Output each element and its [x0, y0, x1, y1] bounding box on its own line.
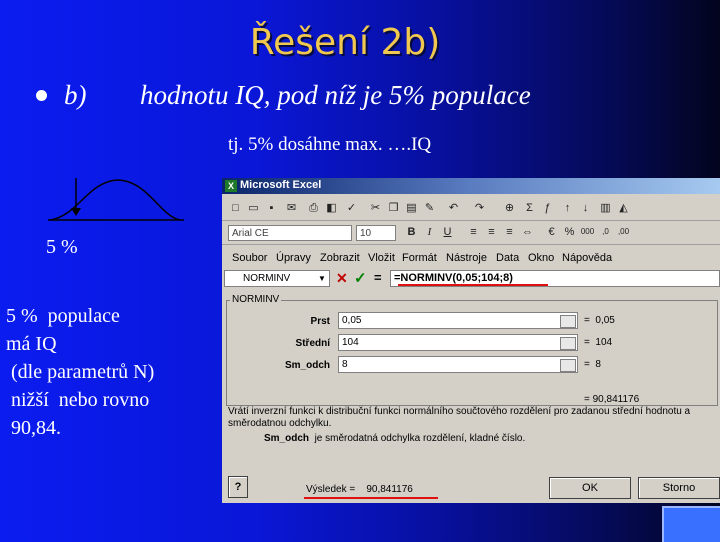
- formula-underline: [398, 284, 548, 286]
- enter-icon[interactable]: ✓: [354, 269, 367, 287]
- arg-label-prst: Prst: [310, 316, 330, 327]
- autosum-icon[interactable]: Σ: [522, 201, 537, 215]
- arg-result-stredni: = 104: [584, 337, 613, 348]
- excel-window-title: Microsoft Excel: [240, 179, 322, 191]
- menu-bar: Soubor Úpravy Zobrazit Vložit Formát Nás…: [222, 244, 720, 268]
- bold-icon[interactable]: B: [404, 225, 419, 239]
- description-line: má IQ: [6, 333, 57, 355]
- cancel-icon[interactable]: ✕: [336, 270, 348, 287]
- excel-titlebar: X Microsoft Excel: [222, 178, 720, 194]
- decrease-decimal-icon[interactable]: ,00: [616, 225, 631, 239]
- slide-title: Řešení 2b): [249, 22, 441, 63]
- print-icon[interactable]: ⎙: [306, 201, 321, 215]
- name-box-dropdown-icon[interactable]: ▼: [318, 274, 326, 283]
- sort-ascending-icon[interactable]: ↑: [560, 201, 575, 215]
- formatting-toolbar: Arial CE 10 B I U ≡ ≡ ≡ ⇔ € % 000 ,0 ,00: [222, 220, 720, 245]
- menu-item-format[interactable]: Formát: [402, 252, 437, 264]
- cutoff-arrow-icon: [71, 208, 81, 216]
- sort-descending-icon[interactable]: ↓: [578, 201, 593, 215]
- arg-label-stredni: Střední: [295, 338, 330, 349]
- collapse-dialog-icon[interactable]: [560, 359, 576, 372]
- copy-icon[interactable]: ❐: [386, 201, 401, 215]
- redo-icon[interactable]: ↷: [472, 201, 487, 215]
- format-painter-icon[interactable]: ✎: [422, 201, 437, 215]
- arg-input-sm-odch[interactable]: 8: [338, 356, 578, 373]
- menu-item-data[interactable]: Data: [496, 252, 519, 264]
- result-label: Výsledek =: [306, 484, 356, 495]
- font-size-select[interactable]: 10: [356, 225, 396, 241]
- excel-window: X Microsoft Excel □ ▭ ▪ ✉ ⎙ ◧ ✓ ✂ ❐ ▤ ✎ …: [222, 178, 720, 503]
- thousands-icon[interactable]: 000: [580, 225, 595, 239]
- subline-text: tj. 5% dosáhne max. ….IQ: [228, 134, 432, 155]
- percent-icon[interactable]: %: [562, 225, 577, 239]
- menu-item-okno[interactable]: Okno: [528, 252, 554, 264]
- merge-center-icon[interactable]: ⇔: [520, 225, 535, 239]
- spelling-icon[interactable]: ✓: [344, 201, 359, 215]
- paste-icon[interactable]: ▤: [404, 201, 419, 215]
- chart-wizard-icon[interactable]: ▥: [598, 201, 613, 215]
- cut-icon[interactable]: ✂: [368, 201, 383, 215]
- arg-input-stredni[interactable]: 104: [338, 334, 578, 351]
- collapse-dialog-icon[interactable]: [560, 315, 576, 328]
- arg-result-sm-odch: = 8: [584, 359, 601, 370]
- function-wizard-icon[interactable]: =: [374, 270, 382, 285]
- align-left-icon[interactable]: ≡: [466, 225, 481, 239]
- bullet-label: b): [64, 80, 87, 110]
- arg-result-prst: = 0,05: [584, 315, 615, 326]
- align-right-icon[interactable]: ≡: [502, 225, 517, 239]
- function-total-result: = 90,841176: [584, 394, 640, 405]
- description-line: nižší nebo rovno: [6, 389, 150, 411]
- standard-toolbar: □ ▭ ▪ ✉ ⎙ ◧ ✓ ✂ ❐ ▤ ✎ ↶ ↷ ⊕ Σ ƒ ↑ ↓ ▥ ◭: [222, 196, 720, 221]
- underline-icon[interactable]: U: [440, 225, 455, 239]
- font-name-select[interactable]: Arial CE: [228, 225, 352, 241]
- drawing-icon[interactable]: ◭: [616, 201, 631, 215]
- arg-input-prst[interactable]: 0,05: [338, 312, 578, 329]
- excel-logo-icon: X: [225, 180, 237, 192]
- align-center-icon[interactable]: ≡: [484, 225, 499, 239]
- menu-item-zobrazit[interactable]: Zobrazit: [320, 252, 360, 264]
- bullet-dot: [36, 90, 47, 101]
- description-line: 90,84.: [6, 417, 61, 439]
- name-box[interactable]: NORMINV: [224, 270, 330, 287]
- undo-icon[interactable]: ↶: [446, 201, 461, 215]
- new-icon[interactable]: □: [228, 201, 243, 215]
- menu-item-nastroje[interactable]: Nástroje: [446, 252, 487, 264]
- preview-icon[interactable]: ◧: [324, 201, 339, 215]
- hyperlink-icon[interactable]: ⊕: [502, 201, 517, 215]
- description-block: 5 % populace má IQ (dle parametrů N) niž…: [6, 302, 154, 442]
- email-icon[interactable]: ✉: [284, 201, 299, 215]
- open-icon[interactable]: ▭: [246, 201, 261, 215]
- function-arguments-dialog: NORMINV Prst 0,05 = 0,05 Střední 104 = 1…: [222, 290, 720, 503]
- arg-label-sm-odch: Sm_odch: [284, 360, 330, 371]
- italic-icon[interactable]: I: [422, 225, 437, 239]
- bullet-text: hodnotu IQ, pod níž je 5% populace: [140, 80, 531, 110]
- menu-item-soubor[interactable]: Soubor: [232, 252, 267, 264]
- description-line: (dle parametrů N): [6, 361, 155, 383]
- decorative-square: [662, 506, 720, 542]
- increase-decimal-icon[interactable]: ,0: [598, 225, 613, 239]
- menu-item-napoveda[interactable]: Nápověda: [562, 252, 612, 264]
- function-description: Vrátí inverzní funkci k distribuční funk…: [228, 406, 691, 429]
- parameter-description: Sm_odch je směrodatná odchylka rozdělení…: [264, 433, 526, 444]
- help-button[interactable]: ?: [228, 476, 248, 498]
- dialog-function-name: NORMINV: [230, 294, 282, 305]
- parameter-name: Sm_odch: [264, 433, 310, 444]
- normal-curve-sketch: [48, 178, 184, 221]
- cancel-button[interactable]: Storno: [638, 477, 720, 499]
- collapse-dialog-icon[interactable]: [560, 337, 576, 350]
- save-icon[interactable]: ▪: [264, 201, 279, 215]
- bell-curve: [49, 179, 181, 221]
- menu-item-vlozit[interactable]: Vložit: [368, 252, 395, 264]
- currency-icon[interactable]: €: [544, 225, 559, 239]
- description-line: 5 % populace: [6, 305, 120, 327]
- percent-label: 5 %: [46, 236, 78, 258]
- result-value: 90,841176: [366, 484, 413, 495]
- result-underline: [304, 497, 438, 499]
- ok-button[interactable]: OK: [549, 477, 631, 499]
- result-line: Výsledek = 90,841176: [306, 484, 413, 495]
- menu-item-upravy[interactable]: Úpravy: [276, 252, 311, 264]
- function-icon[interactable]: ƒ: [540, 201, 555, 215]
